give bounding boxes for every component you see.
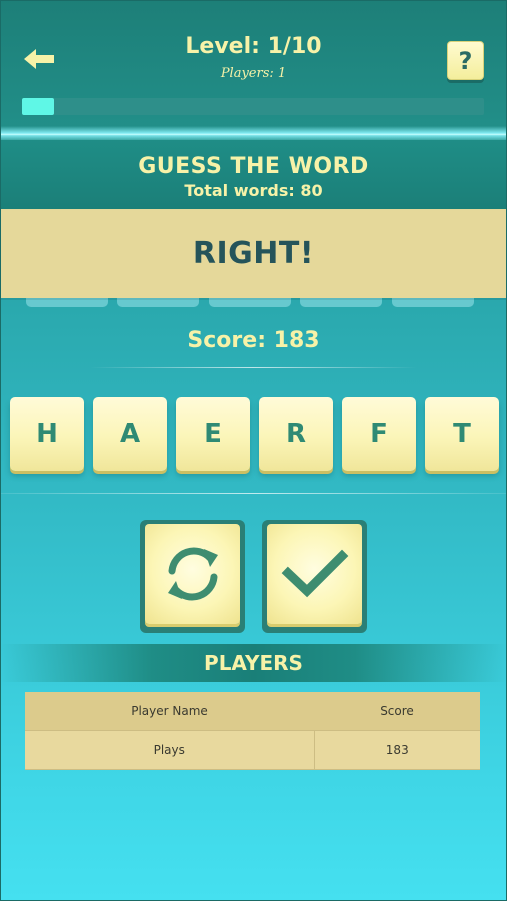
letter-tile[interactable]: A [93, 397, 167, 471]
result-text: RIGHT! [192, 236, 315, 271]
players-table: Player Name Score Plays 183 [25, 692, 480, 770]
letter: F [370, 419, 388, 449]
submit-button[interactable] [262, 520, 367, 633]
shuffle-button[interactable] [140, 520, 245, 633]
letter-tile[interactable]: T [425, 397, 499, 471]
checkmark-icon [281, 549, 348, 598]
game-title: GUESS THE WORD [138, 154, 369, 179]
help-icon: ? [458, 46, 473, 75]
level-progress-fill [22, 98, 55, 115]
letter: H [36, 419, 58, 449]
letter: R [285, 419, 307, 449]
players-count: Players: 1 [220, 66, 287, 81]
refresh-icon [167, 547, 218, 601]
player-name-cell: Plays [25, 730, 315, 770]
letter-tile[interactable]: H [10, 397, 84, 471]
column-header-player-name: Player Name [25, 692, 314, 731]
letter-tile[interactable]: E [176, 397, 250, 471]
table-row: Plays 183 [25, 730, 480, 770]
letter: E [204, 419, 222, 449]
column-header-score: Score [314, 692, 480, 731]
letter-tile[interactable]: R [259, 397, 333, 471]
letter: T [453, 419, 471, 449]
result-banner: RIGHT! [0, 209, 507, 298]
level-indicator: Level: 1/10 [185, 34, 322, 59]
table-header-row: Player Name Score [25, 692, 480, 731]
letter: A [119, 419, 141, 449]
letter-tile[interactable]: F [342, 397, 416, 471]
divider [0, 493, 507, 494]
players-heading: PLAYERS [204, 651, 303, 675]
score-display: Score: 183 [187, 328, 320, 353]
player-score-cell: 183 [314, 730, 480, 770]
divider [90, 367, 417, 368]
total-words: Total words: 80 [184, 181, 323, 200]
help-button[interactable]: ? [447, 41, 484, 80]
level-progress-bar [22, 98, 484, 115]
